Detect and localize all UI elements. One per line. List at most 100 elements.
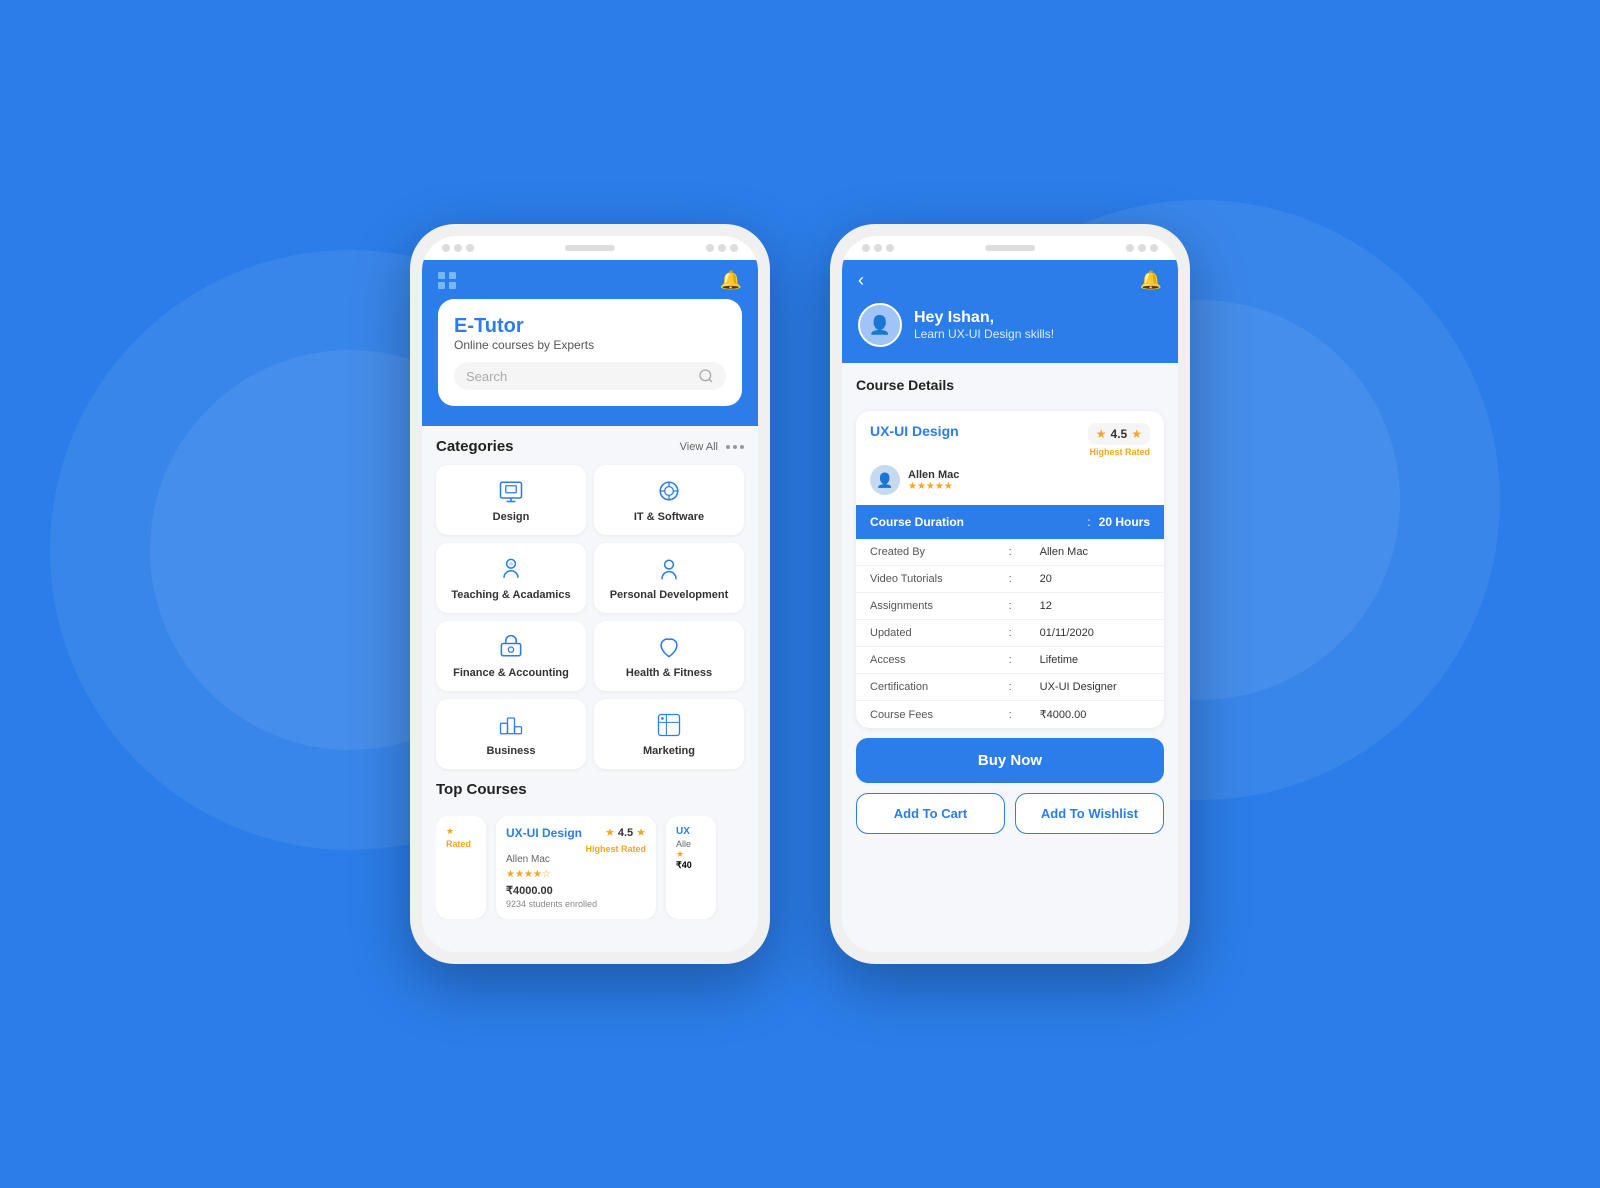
notification-bell-icon[interactable]: 🔔 — [720, 270, 742, 291]
instructor-name: Allen Mac — [908, 469, 959, 481]
duration-bar: Course Duration : 20 Hours — [856, 505, 1164, 539]
table-label: Access — [856, 647, 995, 674]
category-card-health[interactable]: Health & Fitness — [594, 621, 744, 691]
phone-1-cam-area — [422, 236, 758, 260]
user-avatar: 👤 — [858, 303, 902, 347]
course-stars: ★★★★☆ — [506, 869, 646, 880]
rating-star: ★ — [1096, 427, 1107, 441]
category-card-personal[interactable]: Personal Development — [594, 543, 744, 613]
instructor-avatar: 👤 — [870, 465, 900, 495]
cam-dot — [730, 244, 738, 252]
app-title: E-Tutor — [454, 315, 726, 338]
table-label: Created By — [856, 539, 995, 566]
category-label-health: Health & Fitness — [626, 667, 712, 679]
detail-card-header: UX-UI Design ★ 4.5 ★ Highest Rated — [856, 411, 1164, 465]
phone2-content: ‹ 🔔 👤 Hey Ishan, Learn UX-UI Design skil… — [842, 260, 1178, 952]
course-card-partial-left[interactable]: ★ Rated — [436, 816, 486, 919]
rating-box: ★ 4.5 ★ — [1088, 423, 1150, 445]
phone-2-cam-area — [842, 236, 1178, 260]
cam-dot — [874, 244, 882, 252]
phone-1-screen: 🔔 E-Tutor Online courses by Experts Sear… — [422, 236, 758, 952]
buy-now-button[interactable]: Buy Now — [856, 738, 1164, 783]
course-title: UX-UI Design — [506, 826, 582, 840]
course-enrolled: 9234 students enrolled — [506, 899, 646, 909]
table-colon: : — [995, 647, 1026, 674]
phone1-content: 🔔 E-Tutor Online courses by Experts Sear… — [422, 260, 758, 952]
top-courses-section: Top Courses ★ Rated UX-UI Design — [436, 781, 744, 919]
cam-dot — [1150, 244, 1158, 252]
category-card-marketing[interactable]: Marketing — [594, 699, 744, 769]
duration-value: 20 Hours — [1099, 515, 1150, 529]
detail-table-row: Certification : UX-UI Designer — [856, 674, 1164, 701]
instructor-stars: ★★★★★ — [908, 481, 959, 492]
course-author: Allen Mac — [506, 854, 646, 865]
dots-menu[interactable] — [726, 445, 744, 449]
table-value: Lifetime — [1026, 647, 1164, 674]
table-value: 12 — [1026, 593, 1164, 620]
table-colon: : — [995, 593, 1026, 620]
category-label-it: IT & Software — [634, 511, 704, 523]
highest-rated-detail: Highest Rated — [1088, 447, 1150, 457]
cam-dots-left — [862, 244, 894, 252]
cam-dots-left — [442, 244, 474, 252]
notification-bell-icon[interactable]: 🔔 — [1140, 270, 1162, 291]
search-placeholder: Search — [466, 369, 692, 384]
phone2-body: Course Details UX-UI Design ★ 4.5 ★ — [842, 363, 1178, 952]
phones-container: 🔔 E-Tutor Online courses by Experts Sear… — [410, 224, 1190, 964]
cam-speaker — [985, 245, 1035, 251]
course-details-table: Created By : Allen Mac Video Tutorials :… — [856, 539, 1164, 728]
cam-dot — [466, 244, 474, 252]
greeting-subtitle: Learn UX-UI Design skills! — [914, 327, 1054, 341]
marketing-icon — [655, 711, 683, 739]
cam-dots-right — [706, 244, 738, 252]
view-all-label[interactable]: View All — [680, 441, 718, 453]
back-button[interactable]: ‹ — [858, 270, 864, 291]
category-card-business[interactable]: Business — [436, 699, 586, 769]
phone1-header: 🔔 E-Tutor Online courses by Experts Sear… — [422, 260, 758, 426]
table-label: Certification — [856, 674, 995, 701]
course-detail-card: UX-UI Design ★ 4.5 ★ Highest Rated — [856, 411, 1164, 728]
detail-rating-num: 4.5 — [1111, 427, 1128, 441]
top-courses-title: Top Courses — [436, 781, 527, 798]
phone-1: 🔔 E-Tutor Online courses by Experts Sear… — [410, 224, 770, 964]
dot — [740, 445, 744, 449]
table-value: 20 — [1026, 566, 1164, 593]
cam-dot — [862, 244, 870, 252]
category-card-finance[interactable]: Finance & Accounting — [436, 621, 586, 691]
search-bar[interactable]: Search — [454, 362, 726, 390]
table-colon: : — [995, 674, 1026, 701]
category-card-teaching[interactable]: Teaching & Acadamics — [436, 543, 586, 613]
category-label-design: Design — [493, 511, 530, 523]
phone-2: ‹ 🔔 👤 Hey Ishan, Learn UX-UI Design skil… — [830, 224, 1190, 964]
table-label: Assignments — [856, 593, 995, 620]
duration-label: Course Duration — [870, 515, 1079, 529]
detail-table-row: Access : Lifetime — [856, 647, 1164, 674]
app-subtitle: Online courses by Experts — [454, 338, 726, 352]
cam-speaker — [565, 245, 615, 251]
grid-dot — [438, 282, 445, 289]
table-colon: : — [995, 566, 1026, 593]
author-partial: Alle — [676, 839, 706, 849]
add-to-wishlist-button[interactable]: Add To Wishlist — [1015, 793, 1164, 834]
highest-rated-label: Highest Rated — [506, 844, 646, 854]
category-card-design[interactable]: Design — [436, 465, 586, 535]
grid-dot — [449, 282, 456, 289]
cam-dot — [706, 244, 714, 252]
category-card-it[interactable]: IT & Software — [594, 465, 744, 535]
it-software-icon — [655, 477, 683, 505]
table-label: Video Tutorials — [856, 566, 995, 593]
phone1-header-top: 🔔 — [438, 270, 742, 291]
business-icon — [497, 711, 525, 739]
detail-course-name: UX-UI Design — [870, 423, 959, 439]
add-to-cart-button[interactable]: Add To Cart — [856, 793, 1005, 834]
dot — [726, 445, 730, 449]
course-card-ux-ui[interactable]: UX-UI Design ★ 4.5 ★ Highest Rated Allen… — [496, 816, 656, 919]
greeting-text: Hey Ishan, Learn UX-UI Design skills! — [914, 309, 1054, 341]
dot — [733, 445, 737, 449]
user-greeting: 👤 Hey Ishan, Learn UX-UI Design skills! — [858, 303, 1162, 347]
rating-number: 4.5 — [618, 827, 633, 839]
grid-menu-icon[interactable] — [438, 272, 456, 289]
rating-star-2: ★ — [1131, 427, 1142, 441]
course-card-partial-right[interactable]: UX Alle ★ ₹40 — [666, 816, 716, 919]
star-icon: ★ — [636, 826, 646, 839]
